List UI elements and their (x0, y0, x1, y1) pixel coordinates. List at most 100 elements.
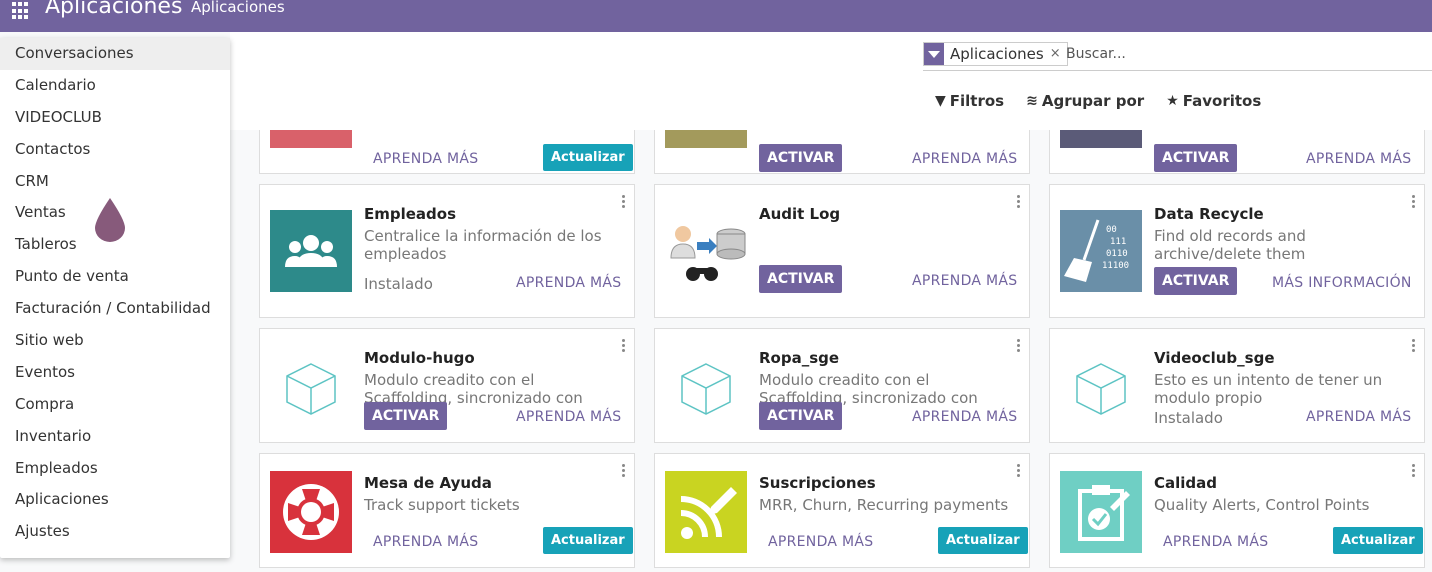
update-button[interactable]: Actualizar (543, 144, 633, 171)
app-card-mesa-de-ayuda[interactable]: Mesa de Ayuda Track support tickets APRE… (259, 453, 635, 568)
favorites-button[interactable]: ★ Favoritos (1166, 92, 1261, 110)
update-button[interactable]: Actualizar (938, 527, 1028, 554)
menu-item-eventos[interactable]: Eventos (0, 357, 230, 389)
learn-more-link[interactable]: APRENDA MÁS (516, 409, 621, 425)
learn-more-link[interactable]: APRENDA MÁS (768, 534, 873, 550)
activate-button[interactable]: ACTIVAR (1154, 267, 1238, 295)
app-title: Suscripciones (759, 474, 876, 492)
card-menu-icon[interactable] (622, 339, 626, 352)
more-info-link[interactable]: MÁS INFORMACIÓN (1272, 275, 1412, 291)
card-menu-icon[interactable] (622, 195, 626, 208)
menu-item-crm[interactable]: CRM (0, 166, 230, 198)
svg-text:0110: 0110 (1106, 249, 1128, 259)
group-by-button[interactable]: ≋ Agrupar por (1026, 92, 1144, 110)
menu-item-sitio-web[interactable]: Sitio web (0, 325, 230, 357)
learn-more-link[interactable]: APRENDA MÁS (373, 534, 478, 550)
menu-item-videoclub[interactable]: VIDEOCLUB (0, 102, 230, 134)
users-icon (270, 210, 352, 292)
app-title: Videoclub_sge (1154, 349, 1275, 367)
card-menu-icon[interactable] (622, 464, 626, 477)
learn-more-link[interactable]: APRENDA MÁS (1306, 409, 1411, 425)
update-button[interactable]: Actualizar (543, 527, 633, 554)
top-menu-aplicaciones[interactable]: Aplicaciones (191, 0, 285, 16)
activate-button[interactable]: ACTIVAR (759, 144, 843, 172)
menu-item-ajustes[interactable]: Ajustes (0, 516, 230, 548)
activate-button[interactable]: ACTIVAR (759, 265, 843, 293)
search-facet: Aplicaciones × (923, 42, 1068, 66)
app-description: Centralice la información de los emplead… (364, 227, 602, 263)
group-by-label: Agrupar por (1041, 92, 1145, 110)
menu-item-empleados[interactable]: Empleados (0, 453, 230, 485)
app-card-data-recycle[interactable]: 00 111 0110 11100 Data Recycle Find old … (1049, 184, 1425, 318)
card-menu-icon[interactable] (1412, 464, 1416, 477)
menu-item-contactos[interactable]: Contactos (0, 134, 230, 166)
app-description: Esto es un intento de tener un modulo pr… (1154, 371, 1383, 407)
learn-more-link[interactable]: APRENDA MÁS (373, 151, 478, 167)
app-card[interactable]: ACTIVAR APRENDA MÁS (654, 130, 1030, 174)
learn-more-link[interactable]: APRENDA MÁS (1306, 151, 1411, 167)
app-title: Mesa de Ayuda (364, 474, 492, 492)
apps-dropdown-menu: Conversaciones Calendario VIDEOCLUB Cont… (0, 38, 230, 558)
app-icon (270, 130, 352, 148)
menu-item-aplicaciones[interactable]: Aplicaciones (0, 484, 230, 516)
app-card-empleados[interactable]: Empleados Centralice la información de l… (259, 184, 635, 318)
app-card-ropa-sge[interactable]: Ropa_sge Modulo creadito con el Scaffold… (654, 328, 1030, 443)
card-menu-icon[interactable] (1017, 195, 1021, 208)
update-button[interactable]: Actualizar (1333, 527, 1423, 554)
app-card-calidad[interactable]: Calidad Quality Alerts, Control Points A… (1049, 453, 1425, 568)
broom-binary-icon: 00 111 0110 11100 (1060, 210, 1142, 292)
svg-text:00: 00 (1106, 225, 1117, 235)
app-icon (665, 130, 747, 148)
installed-status: Instalado (1154, 409, 1223, 427)
activate-button[interactable]: ACTIVAR (759, 402, 843, 430)
card-menu-icon[interactable] (1017, 464, 1021, 477)
app-card-suscripciones[interactable]: Suscripciones MRR, Churn, Recurring paym… (654, 453, 1030, 568)
lifebuoy-icon (270, 471, 352, 553)
control-panel: Aplicaciones × ▼ Filtros ≋ Agrupar por ★… (230, 32, 1432, 130)
search-input[interactable] (1066, 42, 1416, 66)
card-menu-icon[interactable] (1412, 339, 1416, 352)
facet-remove-button[interactable]: × (1048, 43, 1067, 65)
favorites-label: Favoritos (1182, 92, 1262, 110)
odoo-drop-icon (95, 198, 125, 242)
filters-label: Filtros (949, 92, 1005, 110)
filter-icon: ▼ (935, 93, 946, 109)
activate-button[interactable]: ACTIVAR (364, 402, 448, 430)
apps-grid-icon[interactable] (12, 2, 30, 20)
learn-more-link[interactable]: APRENDA MÁS (1163, 534, 1268, 550)
menu-item-conversaciones[interactable]: Conversaciones (0, 38, 230, 70)
rss-pencil-icon (665, 471, 747, 553)
star-icon: ★ (1166, 93, 1179, 109)
app-title: Audit Log (759, 205, 841, 223)
learn-more-link[interactable]: APRENDA MÁS (912, 273, 1017, 289)
app-card-audit-log[interactable]: Audit Log ACTIVAR APRENDA MÁS (654, 184, 1030, 318)
app-description: Quality Alerts, Control Points (1154, 496, 1370, 514)
menu-item-inventario[interactable]: Inventario (0, 421, 230, 453)
app-brand[interactable]: Aplicaciones (45, 0, 182, 19)
menu-item-compra[interactable]: Compra (0, 389, 230, 421)
app-title: Ropa_sge (759, 349, 840, 367)
learn-more-link[interactable]: APRENDA MÁS (516, 275, 621, 291)
filters-button[interactable]: ▼ Filtros (935, 92, 1004, 110)
card-menu-icon[interactable] (1412, 195, 1416, 208)
cube-icon (270, 347, 352, 429)
menu-item-facturacion[interactable]: Facturación / Contabilidad (0, 293, 230, 325)
layers-icon: ≋ (1026, 93, 1038, 109)
menu-item-punto-de-venta[interactable]: Punto de venta (0, 261, 230, 293)
app-card-videoclub-sge[interactable]: Videoclub_sge Esto es un intento de tene… (1049, 328, 1425, 443)
learn-more-link[interactable]: APRENDA MÁS (912, 409, 1017, 425)
cube-icon (665, 347, 747, 429)
app-card[interactable]: APRENDA MÁS Actualizar (259, 130, 635, 174)
learn-more-link[interactable]: APRENDA MÁS (912, 151, 1017, 167)
search-bar: Aplicaciones × (923, 40, 1432, 71)
app-title: Empleados (364, 205, 457, 223)
app-card-modulo-hugo[interactable]: Modulo-hugo Modulo creadito con el Scaff… (259, 328, 635, 443)
card-menu-icon[interactable] (1017, 339, 1021, 352)
app-icon (1060, 130, 1142, 148)
activate-button[interactable]: ACTIVAR (1154, 144, 1238, 172)
app-card[interactable]: ACTIVAR APRENDA MÁS (1049, 130, 1425, 174)
svg-text:111: 111 (1110, 237, 1126, 247)
menu-item-calendario[interactable]: Calendario (0, 70, 230, 102)
app-description: MRR, Churn, Recurring payments (759, 496, 1009, 514)
app-description: Find old records and archive/delete them (1154, 227, 1306, 263)
